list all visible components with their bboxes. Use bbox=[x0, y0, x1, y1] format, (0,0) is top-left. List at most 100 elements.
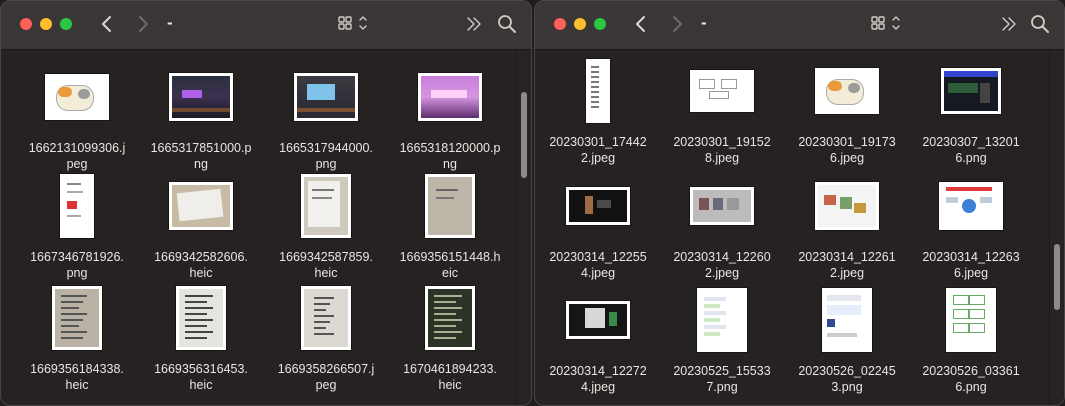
file-content-area: 1662131099306.j peg 1665317851000.p ng 166… bbox=[1, 50, 531, 405]
file-thumbnail bbox=[425, 173, 475, 238]
thumbnail-frame bbox=[911, 173, 1031, 238]
thumbnail-frame bbox=[787, 173, 907, 238]
file-item[interactable]: 1665317851000.p ng bbox=[141, 64, 261, 174]
more-button[interactable] bbox=[998, 12, 1020, 41]
chevron-left-icon bbox=[636, 16, 645, 32]
file-name: 1665317851000.p ng bbox=[150, 141, 252, 171]
file-item[interactable]: 1670461894233. heic bbox=[390, 285, 510, 395]
file-item[interactable]: 20230301_19173 6.jpeg bbox=[787, 58, 907, 168]
forward-button[interactable] bbox=[131, 9, 155, 39]
file-item[interactable]: 1669356151448.h eic bbox=[390, 173, 510, 283]
file-name: 20230307_13201 6.png bbox=[922, 135, 1020, 165]
file-name: 20230525_15533 7.png bbox=[673, 364, 771, 394]
chevron-left-icon bbox=[102, 16, 111, 32]
thumbnail-frame bbox=[538, 287, 658, 352]
search-icon bbox=[498, 15, 516, 33]
file-item[interactable]: 20230314_12255 4.jpeg bbox=[538, 173, 658, 283]
zoom-button[interactable] bbox=[60, 18, 72, 30]
file-thumbnail bbox=[301, 173, 351, 238]
scrollbar-thumb[interactable] bbox=[521, 92, 527, 178]
file-item[interactable]: 20230526_03361 6.png bbox=[911, 287, 1031, 397]
file-thumbnail bbox=[586, 58, 610, 123]
file-item[interactable]: 1669342582606. heic bbox=[141, 173, 261, 283]
minimize-button[interactable] bbox=[574, 18, 586, 30]
file-thumbnail bbox=[946, 287, 996, 352]
search-button[interactable] bbox=[495, 12, 519, 41]
scrollbar[interactable] bbox=[516, 50, 531, 405]
back-button[interactable] bbox=[95, 9, 119, 39]
toolbar: - bbox=[535, 1, 1064, 50]
file-item[interactable]: 20230314_12261 2.jpeg bbox=[787, 173, 907, 283]
thumbnail-frame bbox=[787, 58, 907, 123]
file-thumbnail bbox=[169, 72, 233, 121]
file-thumbnail bbox=[169, 181, 233, 230]
file-item[interactable]: 20230301_17442 2.jpeg bbox=[538, 58, 658, 168]
thumbnail-frame bbox=[266, 173, 386, 238]
file-item[interactable]: 1662131099306.j peg bbox=[17, 64, 137, 174]
file-thumbnail bbox=[566, 186, 630, 225]
thumbnail-frame bbox=[17, 64, 137, 129]
file-item[interactable]: 20230307_13201 6.png bbox=[911, 58, 1031, 168]
more-button[interactable] bbox=[463, 12, 485, 41]
thumbnail-frame bbox=[662, 173, 782, 238]
close-button[interactable] bbox=[554, 18, 566, 30]
file-item[interactable]: 20230314_12260 2.jpeg bbox=[662, 173, 782, 283]
window-title: - bbox=[167, 13, 173, 32]
file-name: 1669358266507.j peg bbox=[277, 362, 375, 392]
thumbnail-frame bbox=[787, 287, 907, 352]
file-item[interactable]: 20230526_02245 3.png bbox=[787, 287, 907, 397]
file-thumbnail bbox=[176, 285, 226, 350]
thumbnail-frame bbox=[662, 58, 782, 123]
close-button[interactable] bbox=[20, 18, 32, 30]
thumbnail-frame bbox=[17, 173, 137, 238]
thumbnail-frame bbox=[141, 285, 261, 350]
finder-window-left: - 1662131099306.j peg 1665317851000.p ng 1… bbox=[0, 0, 532, 406]
file-thumbnail bbox=[301, 285, 351, 350]
file-content-area: 20230301_17442 2.jpeg 20230301_19152 8.jp… bbox=[535, 50, 1064, 405]
thumbnail-frame bbox=[141, 64, 261, 129]
file-name: 20230526_02245 3.png bbox=[798, 364, 896, 394]
scrollbar-thumb[interactable] bbox=[1054, 244, 1060, 310]
file-thumbnail bbox=[45, 73, 109, 120]
view-options-button[interactable] bbox=[869, 12, 909, 41]
file-name: 1665318120000.p ng bbox=[399, 141, 501, 171]
file-item[interactable]: 1669358266507.j peg bbox=[266, 285, 386, 395]
search-button[interactable] bbox=[1028, 12, 1052, 41]
file-item[interactable]: 20230525_15533 7.png bbox=[662, 287, 782, 397]
file-thumbnail bbox=[697, 287, 747, 352]
file-item[interactable]: 1669356316453. heic bbox=[141, 285, 261, 395]
file-item[interactable]: 20230301_19152 8.jpeg bbox=[662, 58, 782, 168]
file-item[interactable]: 20230314_12263 6.jpeg bbox=[911, 173, 1031, 283]
file-grid: 20230301_17442 2.jpeg 20230301_19152 8.jp… bbox=[535, 50, 1050, 405]
file-item[interactable]: 1669356184338. heic bbox=[17, 285, 137, 395]
double-chevron-right-icon bbox=[1002, 17, 1016, 31]
zoom-button[interactable] bbox=[594, 18, 606, 30]
forward-button[interactable] bbox=[665, 9, 689, 39]
file-item[interactable]: 1669342587859. heic bbox=[266, 173, 386, 283]
back-button[interactable] bbox=[629, 9, 653, 39]
file-thumbnail bbox=[939, 181, 1003, 230]
file-thumbnail bbox=[425, 285, 475, 350]
search-icon bbox=[1031, 15, 1049, 33]
scrollbar[interactable] bbox=[1049, 50, 1064, 405]
file-name: 20230314_12255 4.jpeg bbox=[549, 250, 647, 280]
file-name: 20230314_12272 4.jpeg bbox=[549, 364, 647, 394]
file-name: 20230301_19152 8.jpeg bbox=[673, 135, 771, 165]
file-item[interactable]: 1665318120000.p ng bbox=[390, 64, 510, 174]
thumbnail-frame bbox=[538, 58, 658, 123]
view-options-button[interactable] bbox=[336, 12, 376, 41]
file-item[interactable]: 1667346781926. png bbox=[17, 173, 137, 283]
toolbar: - bbox=[1, 1, 531, 50]
file-item[interactable]: 1665317944000. png bbox=[266, 64, 386, 174]
thumbnail-frame bbox=[141, 173, 261, 238]
file-name: 1669356151448.h eic bbox=[399, 250, 501, 280]
file-item[interactable]: 20230314_12272 4.jpeg bbox=[538, 287, 658, 397]
file-thumbnail bbox=[418, 72, 482, 121]
file-name: 1670461894233. heic bbox=[403, 362, 497, 392]
file-thumbnail bbox=[52, 285, 102, 350]
file-thumbnail bbox=[815, 67, 879, 114]
file-name: 1669356316453. heic bbox=[154, 362, 248, 392]
thumbnail-frame bbox=[390, 173, 510, 238]
icon-grid-view-icon bbox=[871, 16, 900, 30]
minimize-button[interactable] bbox=[40, 18, 52, 30]
